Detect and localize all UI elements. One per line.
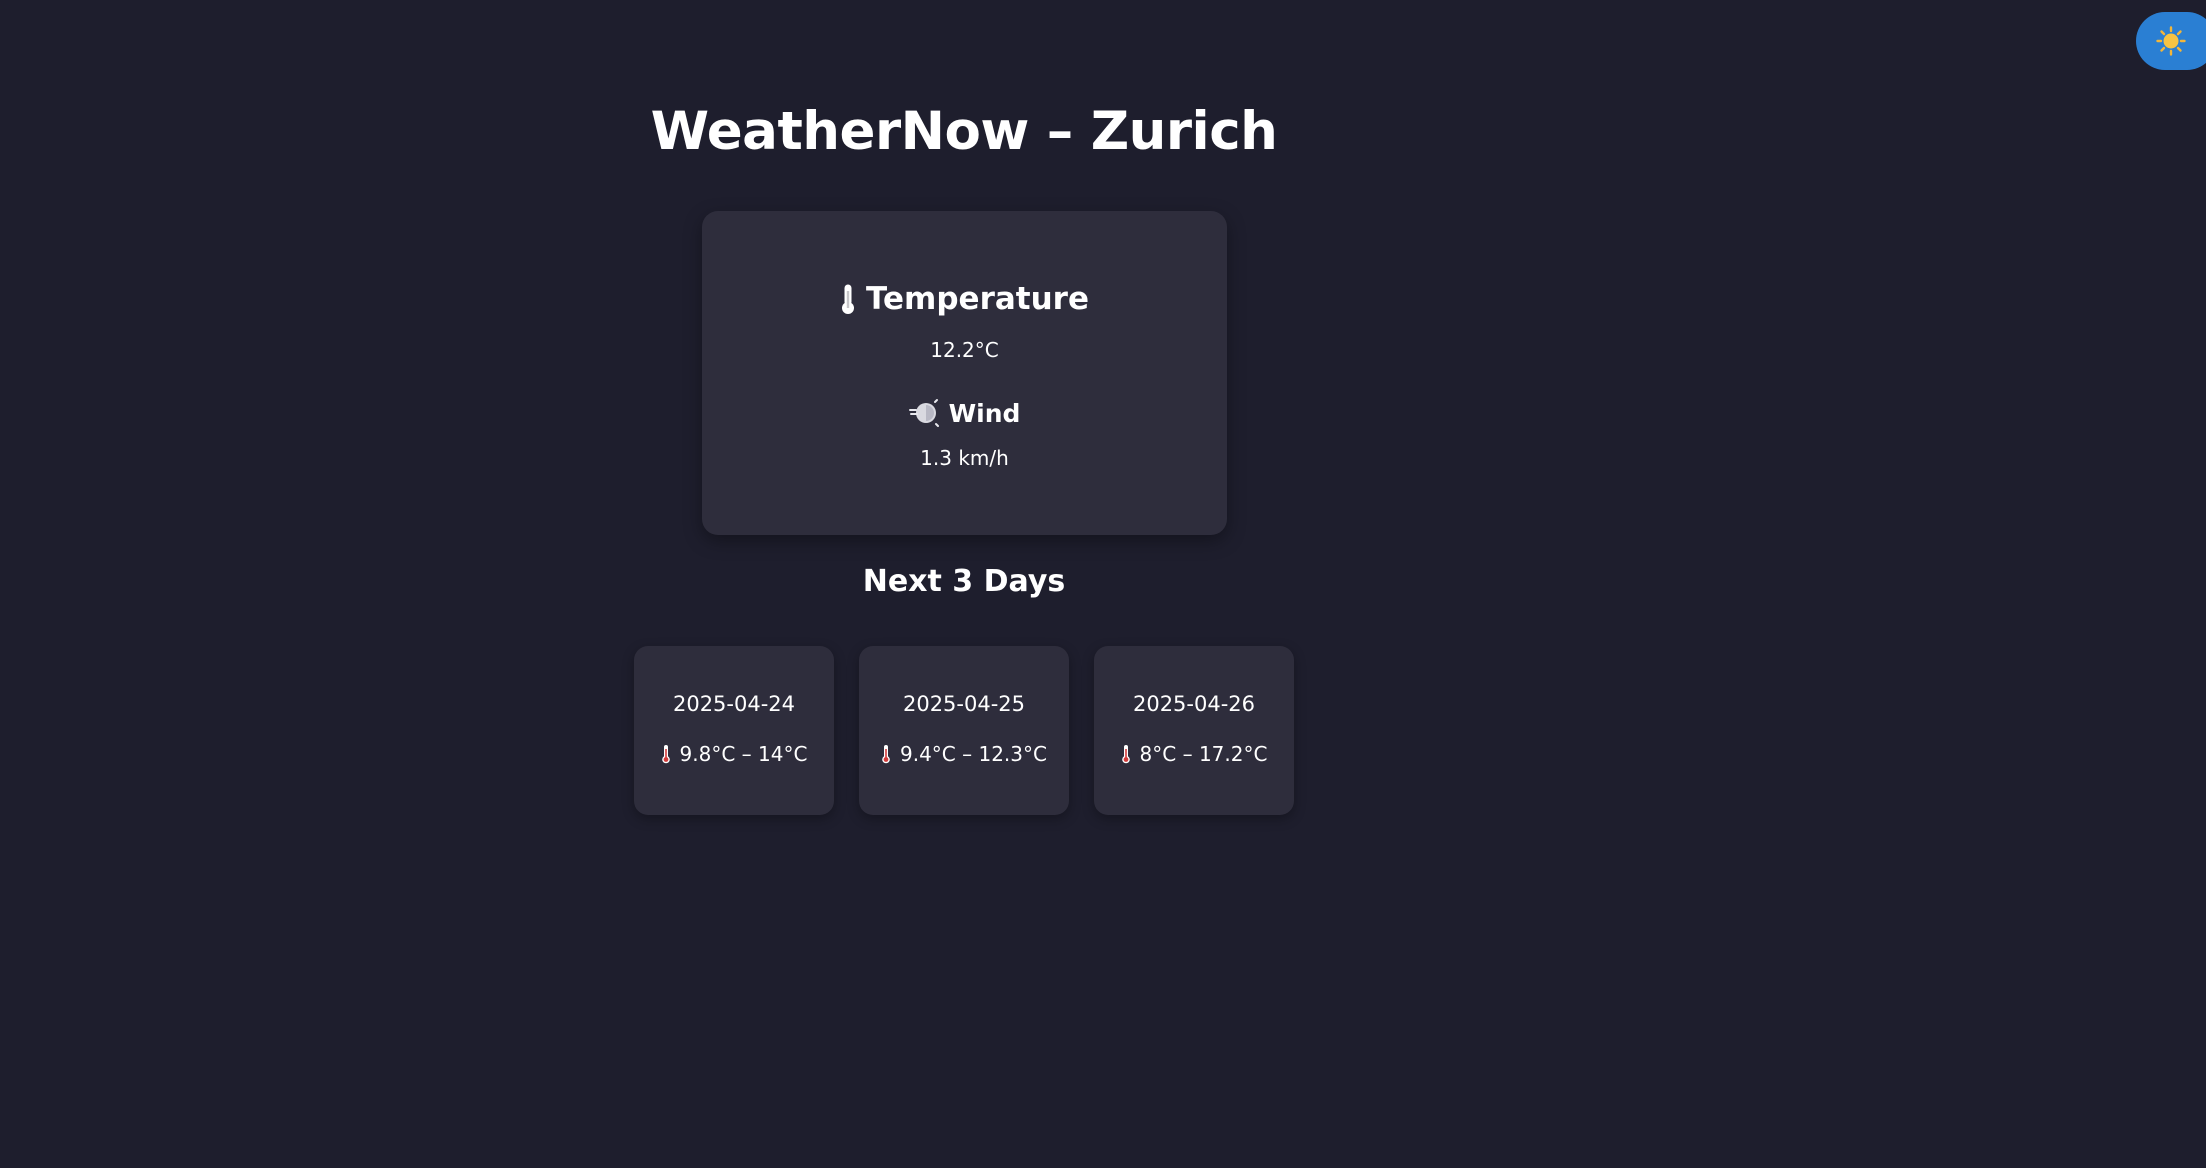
forecast-date: 2025-04-26 bbox=[1132, 692, 1256, 716]
forecast-date: 2025-04-24 bbox=[672, 692, 796, 716]
thermometer-icon bbox=[842, 284, 854, 314]
theme-toggle-button[interactable] bbox=[2136, 12, 2206, 70]
temperature-heading: Temperature bbox=[702, 277, 1227, 321]
temperature-label: Temperature bbox=[866, 281, 1089, 317]
forecast-title: Next 3 Days bbox=[862, 564, 1066, 599]
forecast-temperature-range: 8°C – 17.2°C bbox=[1094, 742, 1294, 766]
current-weather-card: Temperature 12.2°C Wind 1.3 km/h bbox=[702, 211, 1227, 535]
temperature-value: 12.2°C bbox=[930, 338, 999, 362]
thermometer-icon bbox=[661, 745, 670, 764]
forecast-range-text: 9.8°C – 14°C bbox=[679, 742, 808, 766]
page-title: WeatherNow – Zurich bbox=[650, 101, 1278, 162]
forecast-temperature-range: 9.4°C – 12.3°C bbox=[859, 742, 1069, 766]
wind-label: Wind bbox=[948, 398, 1021, 428]
wind-icon bbox=[908, 399, 939, 427]
forecast-date: 2025-04-25 bbox=[902, 692, 1026, 716]
forecast-temperature-range: 9.8°C – 14°C bbox=[634, 742, 834, 766]
forecast-card: 2025-04-24 9.8°C – 14°C bbox=[634, 646, 834, 815]
forecast-range-text: 8°C – 17.2°C bbox=[1139, 742, 1268, 766]
wind-heading: Wind bbox=[702, 394, 1227, 432]
wind-value: 1.3 km/h bbox=[920, 446, 1009, 470]
thermometer-icon bbox=[1121, 745, 1130, 764]
forecast-range-text: 9.4°C – 12.3°C bbox=[900, 742, 1047, 766]
forecast-card: 2025-04-25 9.4°C – 12.3°C bbox=[859, 646, 1069, 815]
thermometer-icon bbox=[882, 745, 890, 764]
sun-icon bbox=[2156, 26, 2186, 56]
forecast-card: 2025-04-26 8°C – 17.2°C bbox=[1094, 646, 1294, 815]
